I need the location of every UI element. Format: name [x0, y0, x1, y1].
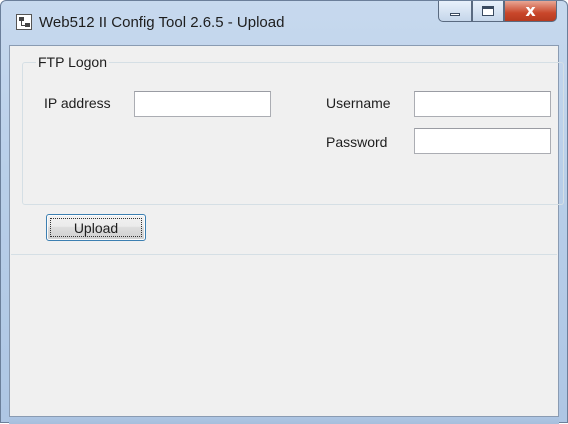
minimize-icon [450, 12, 460, 16]
maximize-button[interactable] [472, 1, 504, 22]
password-input[interactable] [414, 128, 551, 154]
client-area: FTP Logon IP address Username Password U… [9, 45, 564, 417]
title-bar[interactable]: Web512 II Config Tool 2.6.5 - Upload x [1, 1, 567, 45]
log-panel [11, 254, 557, 415]
window-title: Web512 II Config Tool 2.6.5 - Upload [39, 14, 285, 31]
focus-rectangle [50, 218, 142, 237]
username-label: Username [326, 95, 391, 111]
upload-button[interactable]: Upload [46, 214, 146, 241]
ftp-logon-legend: FTP Logon [36, 54, 110, 70]
username-input[interactable] [414, 91, 551, 117]
network-computer-icon[interactable] [16, 14, 32, 30]
password-label: Password [326, 134, 388, 150]
close-button[interactable]: x [504, 1, 557, 22]
ip-address-input[interactable] [134, 91, 271, 117]
minimize-button[interactable] [438, 1, 472, 22]
maximize-icon [482, 6, 494, 16]
app-window: Web512 II Config Tool 2.6.5 - Upload x F… [0, 0, 568, 424]
ip-address-label: IP address [44, 95, 111, 111]
close-icon: x [525, 1, 536, 20]
